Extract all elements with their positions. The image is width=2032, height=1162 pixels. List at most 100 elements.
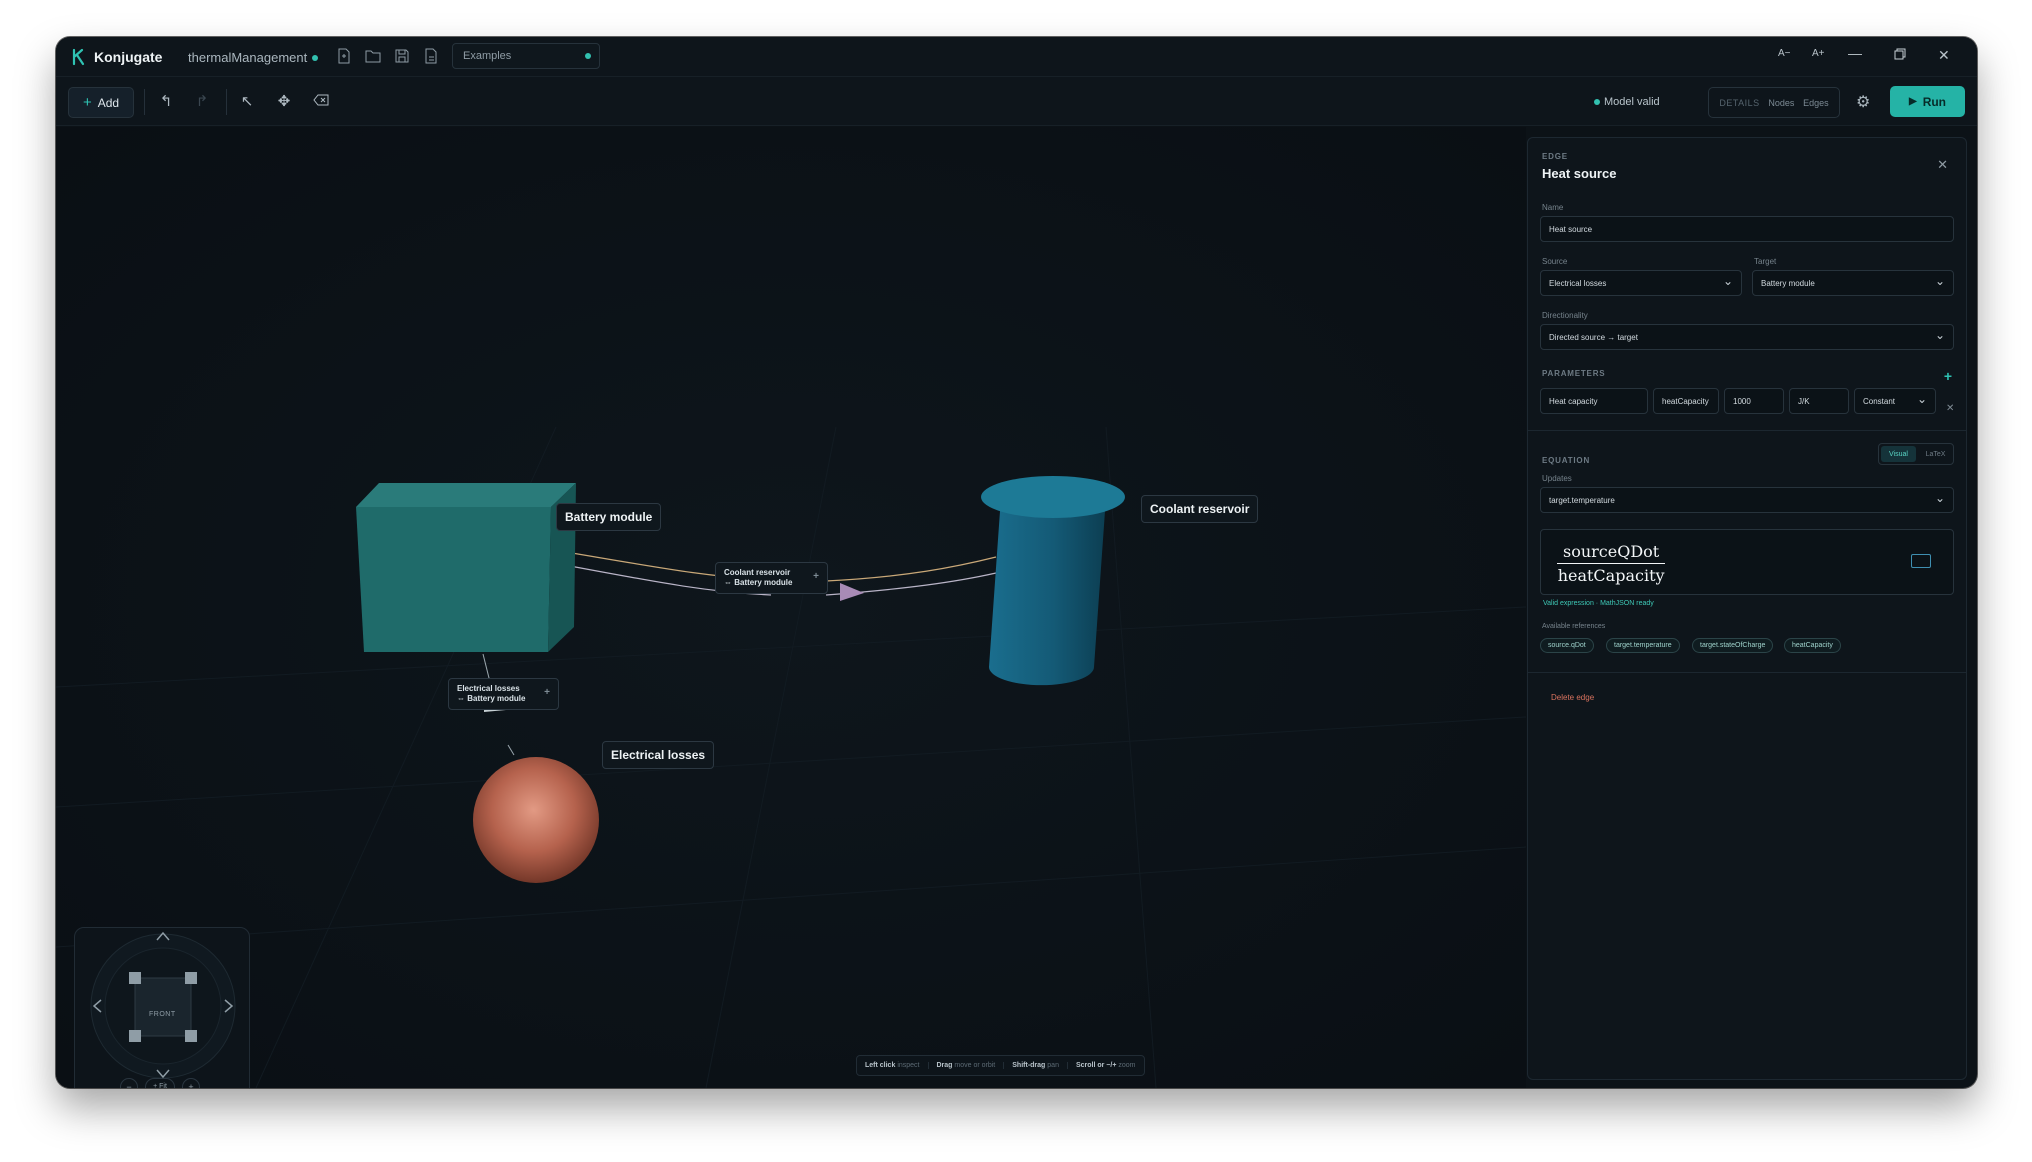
add-edge-plus-icon[interactable]: + — [813, 572, 819, 582]
reference-chip[interactable]: source.qDot — [1540, 638, 1594, 653]
add-label: Add — [97, 95, 120, 110]
fit-view-button[interactable]: + Fit — [145, 1078, 175, 1088]
tab-nodes[interactable]: Nodes — [1768, 98, 1794, 108]
name-label: Name — [1542, 203, 1564, 212]
konjugate-logo-icon — [72, 48, 85, 66]
edge-name-input[interactable]: Heat source — [1540, 216, 1954, 242]
edge-label-line1: Electrical losses — [457, 684, 520, 693]
battery-module-node[interactable] — [356, 483, 576, 652]
panel-title: Heat source — [1542, 166, 1617, 181]
toolbar: + Add ↰ ↱ ↖ ✥ Model valid DETAILS Nodes … — [56, 77, 1977, 126]
equation-validity-note: Valid expression · MathJSON ready — [1543, 600, 1654, 607]
export-icon[interactable] — [422, 47, 440, 65]
open-folder-icon[interactable] — [364, 47, 382, 65]
equation-mode-toggle: Visual LaTeX — [1878, 443, 1954, 465]
parameters-caption: PARAMETERS — [1542, 369, 1606, 378]
equation-denominator: heatCapacity — [1557, 566, 1665, 585]
font-decrease-button[interactable]: A− — [1778, 48, 1791, 59]
updates-select[interactable]: target.temperature — [1540, 487, 1954, 513]
reference-chip[interactable]: target.temperature — [1606, 638, 1680, 653]
node-label-battery-module[interactable]: Battery module — [556, 503, 662, 531]
parameter-unit-input[interactable]: J/K — [1789, 388, 1849, 414]
hint-item: Scroll or −/+ zoom — [1068, 1062, 1144, 1069]
virtual-keyboard-icon[interactable] — [1911, 554, 1931, 568]
restore-icon[interactable] — [1894, 48, 1906, 63]
node-label-coolant-reservoir[interactable]: Coolant reservoir — [1141, 495, 1259, 523]
target-select[interactable]: Battery module — [1752, 270, 1954, 296]
node-label-electrical-losses[interactable]: Electrical losses — [602, 741, 715, 769]
equation-editor[interactable]: sourceQDot heatCapacity — [1540, 529, 1954, 595]
font-increase-button[interactable]: A+ — [1812, 48, 1825, 59]
directionality-label: Directionality — [1542, 311, 1588, 320]
title-bar: Konjugate thermalManagement Examples A− … — [56, 37, 1977, 77]
view-switcher: DETAILS Nodes Edges — [1708, 87, 1840, 118]
select-arrow-icon[interactable]: ↖ — [237, 92, 257, 112]
source-select[interactable]: Electrical losses — [1540, 270, 1742, 296]
equation-caption: EQUATION — [1542, 456, 1591, 465]
scene-svg — [56, 127, 1526, 1088]
panel-divider — [1528, 672, 1966, 673]
hint-key: Scroll or −/+ — [1075, 1062, 1117, 1069]
toolbar-divider — [144, 89, 145, 115]
nav-cube-face-label: FRONT — [149, 1011, 176, 1018]
plus-icon: + — [82, 94, 92, 111]
examples-dropdown[interactable]: Examples — [452, 43, 600, 69]
toolbar-divider — [226, 89, 227, 115]
play-icon: ▶ — [1908, 96, 1917, 107]
examples-label: Examples — [463, 50, 512, 62]
model-status-dot — [1594, 99, 1600, 105]
navigation-cube[interactable]: FRONT − + Fit + — [74, 927, 250, 1088]
parameter-value-input[interactable]: 1000 — [1724, 388, 1784, 414]
tab-details[interactable]: DETAILS — [1719, 98, 1759, 108]
edge-label-line1: Coolant reservoir — [724, 568, 791, 577]
undo-icon[interactable]: ↰ — [156, 92, 176, 112]
mode-latex[interactable]: LaTeX — [1918, 444, 1953, 464]
reference-chip[interactable]: heatCapacity — [1784, 638, 1841, 653]
new-file-icon[interactable] — [335, 47, 353, 65]
move-icon[interactable]: ✥ — [274, 92, 294, 112]
parameter-kind-select[interactable]: Constant — [1854, 388, 1936, 414]
unsaved-indicator — [312, 55, 318, 61]
redo-icon[interactable]: ↱ — [192, 92, 212, 112]
project-name[interactable]: thermalManagement — [188, 50, 307, 65]
parameter-label-input[interactable]: Heat capacity — [1540, 388, 1648, 414]
close-window-icon[interactable]: ✕ — [1938, 47, 1950, 64]
add-node-button[interactable]: + Add — [68, 87, 134, 118]
save-icon[interactable] — [393, 47, 411, 65]
directionality-select[interactable]: Directed source → target — [1540, 324, 1954, 350]
examples-indicator — [585, 53, 591, 59]
remove-parameter-icon[interactable]: ✕ — [1946, 403, 1954, 414]
hint-item: Left click inspect — [857, 1062, 929, 1069]
mode-visual[interactable]: Visual — [1881, 446, 1916, 462]
reference-chip[interactable]: target.stateOfCharge — [1692, 638, 1774, 653]
close-panel-icon[interactable]: ✕ — [1937, 157, 1948, 173]
app-name: Konjugate — [94, 49, 163, 65]
edge-label-line2: ⇔ Battery module — [457, 694, 526, 703]
scene-floor — [56, 127, 1526, 1088]
target-label: Target — [1754, 257, 1777, 266]
hint-action: inspect — [897, 1062, 920, 1069]
hint-action: move or orbit — [954, 1062, 996, 1069]
parameter-symbol-input[interactable]: heatCapacity — [1653, 388, 1719, 414]
edge-label-electrical-battery[interactable]: Electrical losses ⇔ Battery module + — [448, 678, 559, 710]
minimize-icon[interactable]: — — [1848, 45, 1862, 61]
delete-edge-button[interactable]: Delete edge — [1551, 693, 1594, 702]
hint-item: Drag move or orbit — [929, 1062, 1005, 1069]
electrical-losses-node[interactable] — [473, 757, 599, 883]
delete-tool-icon[interactable] — [311, 92, 331, 112]
run-button[interactable]: ▶ Run — [1890, 86, 1965, 117]
settings-gear-icon[interactable]: ⚙ — [1856, 92, 1870, 112]
scene-canvas[interactable]: Battery module Coolant reservoir Electri… — [56, 127, 1526, 1088]
add-parameter-plus-icon[interactable]: + — [1944, 368, 1952, 384]
add-edge-plus-icon[interactable]: + — [544, 688, 550, 698]
tab-edges[interactable]: Edges — [1803, 98, 1829, 108]
edge-label-coolant-battery[interactable]: Coolant reservoir ⇔ Battery module + — [715, 562, 828, 594]
hint-key: Drag — [936, 1062, 953, 1069]
edge-inspector-panel: EDGE Heat source ✕ Name Heat source Sour… — [1527, 137, 1967, 1080]
hint-key: Shift-drag — [1012, 1062, 1046, 1069]
hint-key: Left click — [865, 1062, 896, 1069]
equation-numerator: sourceQDot — [1557, 542, 1666, 564]
panel-divider — [1528, 430, 1966, 431]
nav-cube-svg — [90, 931, 236, 1079]
panel-kind: EDGE — [1542, 152, 1568, 161]
